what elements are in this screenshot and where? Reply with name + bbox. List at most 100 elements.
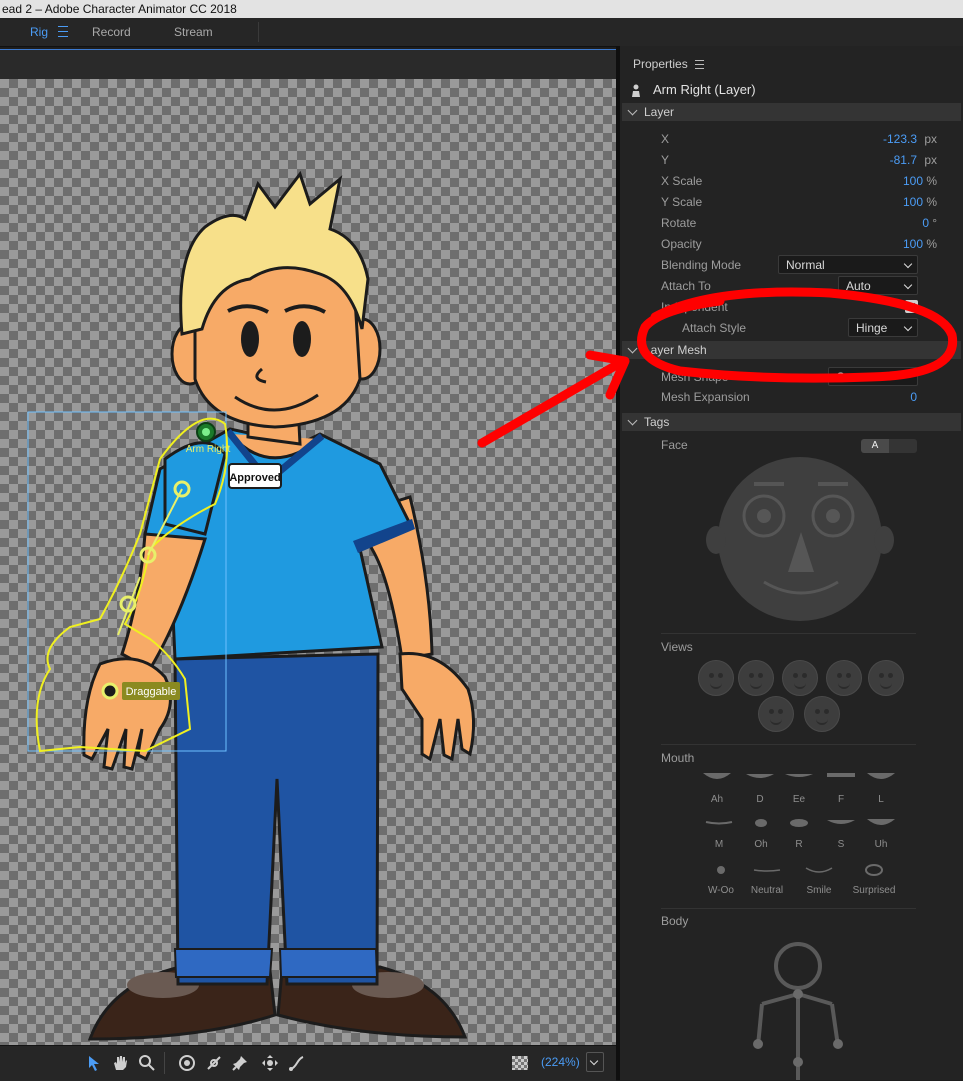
mouth-oh-icon[interactable]: [746, 817, 776, 829]
face-tag-diagram[interactable]: [704, 454, 904, 624]
view-head-icon[interactable]: [698, 660, 734, 696]
window-title: ead 2 – Adobe Character Animator CC 2018: [0, 0, 963, 18]
mouth-smile-label: Smile: [806, 885, 832, 896]
tags-divider: [661, 633, 916, 634]
opacity-unit: %: [926, 237, 937, 251]
tab-record[interactable]: Record: [92, 18, 131, 46]
tab-rig[interactable]: Rig: [30, 18, 48, 46]
properties-title: Properties: [633, 57, 688, 71]
y-scale-label: Y Scale: [661, 195, 703, 209]
independent-checkbox[interactable]: [905, 300, 918, 313]
attach-style-value: Hinge: [856, 321, 888, 335]
properties-panel: Properties Arm Right (Layer) Layer X -12…: [620, 46, 963, 1080]
dangle-tool-icon[interactable]: [288, 1054, 306, 1072]
attach-to-dropdown[interactable]: Auto: [838, 276, 918, 295]
character-puppet[interactable]: Approved Arm Right Draggable: [0, 79, 616, 1045]
body-tag-label: Body: [661, 914, 689, 928]
mouth-m-label: M: [714, 839, 724, 850]
zoom-tool-icon[interactable]: [138, 1054, 156, 1072]
mouth-surprised-icon[interactable]: [859, 864, 889, 876]
face-tag-toggle[interactable]: A: [861, 439, 917, 453]
scene-panel: Approved Arm Right Draggable (224%): [0, 49, 616, 1081]
mouth-w-oo-icon[interactable]: [706, 864, 736, 876]
draggable-tool-icon[interactable]: [261, 1054, 279, 1072]
body-tag-diagram[interactable]: [740, 936, 860, 1080]
mouth-uh-icon[interactable]: [866, 817, 896, 829]
y-unit: px: [924, 153, 937, 167]
view-head-icon[interactable]: [758, 696, 794, 732]
mouth-ee-icon[interactable]: [784, 771, 814, 783]
rotate-label: Rotate: [661, 216, 697, 230]
mouth-uh-label: Uh: [874, 839, 888, 850]
tags-section-label: Tags: [644, 415, 670, 429]
face-toggle-smiley-icon[interactable]: [889, 439, 917, 453]
mesh-shape-value: Contour: [836, 370, 879, 384]
view-head-icon[interactable]: [738, 660, 774, 696]
face-toggle-a[interactable]: A: [861, 439, 889, 453]
chevron-down-icon: [903, 259, 913, 269]
stick-tool-icon[interactable]: [205, 1054, 223, 1072]
zoom-dropdown[interactable]: [586, 1052, 604, 1072]
blending-mode-label: Blending Mode: [661, 258, 742, 272]
checkmark-icon: [907, 302, 916, 312]
opacity-value[interactable]: 100: [903, 236, 923, 252]
mode-divider: [258, 22, 259, 42]
view-head-icon[interactable]: [826, 660, 862, 696]
mode-bar: Rig Record Stream: [0, 18, 963, 47]
blending-mode-dropdown[interactable]: Normal: [778, 255, 918, 274]
layer-section-label: Layer: [644, 105, 675, 119]
view-head-icon[interactable]: [782, 660, 818, 696]
opacity-label: Opacity: [661, 237, 702, 251]
mouth-m-icon[interactable]: [704, 817, 734, 829]
tags-section-header[interactable]: Tags: [622, 413, 961, 431]
face-tag-label: Face: [661, 438, 688, 452]
views-tag-label: Views: [661, 640, 693, 654]
view-head-icon[interactable]: [804, 696, 840, 732]
mouth-smile-icon[interactable]: [804, 864, 834, 876]
mouth-f-icon[interactable]: [826, 771, 856, 783]
properties-menu-icon[interactable]: [695, 60, 704, 69]
x-label: X: [661, 132, 670, 146]
tab-stream[interactable]: Stream: [174, 18, 213, 46]
chevron-down-icon: [627, 105, 638, 116]
y-scale-value[interactable]: 100: [903, 194, 923, 210]
mouth-ah-icon[interactable]: [702, 771, 732, 783]
mouth-l-icon[interactable]: [866, 771, 896, 783]
toolbar-divider: [164, 1052, 165, 1074]
blending-mode-value: Normal: [786, 258, 825, 272]
mouth-s-icon[interactable]: [826, 817, 856, 829]
transparency-grid-icon[interactable]: [512, 1056, 528, 1070]
origin-tool-icon[interactable]: [178, 1054, 196, 1072]
chevron-down-icon: [903, 322, 913, 332]
scene-canvas[interactable]: Approved Arm Right Draggable: [0, 79, 616, 1045]
mouth-tag-label: Mouth: [661, 751, 695, 765]
mouth-ah-label: Ah: [710, 794, 724, 805]
attach-style-dropdown[interactable]: Hinge: [848, 318, 918, 337]
layer-section-header[interactable]: Layer: [622, 103, 961, 121]
arm-right-handle-label: Arm Right: [186, 444, 231, 455]
rotate-unit: °: [932, 216, 937, 230]
mouth-r-icon[interactable]: [784, 817, 814, 829]
mesh-shape-dropdown[interactable]: Contour: [828, 367, 918, 386]
pin-tool-icon[interactable]: [231, 1054, 249, 1072]
puppet-layer-icon: [632, 84, 640, 97]
zoom-level[interactable]: (224%): [541, 1055, 580, 1069]
chevron-down-icon: [627, 343, 638, 354]
mouth-w-oo-label: W-Oo: [708, 885, 734, 896]
mouth-d-icon[interactable]: [745, 771, 775, 783]
attach-style-label: Attach Style: [682, 321, 747, 335]
layer-mesh-section-header[interactable]: Layer Mesh: [622, 341, 961, 359]
independent-label: Independent: [661, 300, 728, 314]
hand-tool-icon[interactable]: [111, 1054, 129, 1072]
mesh-expansion-value[interactable]: 0: [910, 389, 917, 405]
rotate-value[interactable]: 0: [922, 215, 929, 231]
rig-menu-icon[interactable]: [58, 26, 68, 37]
x-scale-value[interactable]: 100: [903, 173, 923, 189]
mouth-neutral-icon[interactable]: [752, 864, 782, 876]
y-value[interactable]: -81.7: [890, 152, 917, 168]
view-head-icon[interactable]: [868, 660, 904, 696]
mouth-l-label: L: [878, 794, 884, 805]
tags-divider: [661, 908, 916, 909]
x-value[interactable]: -123.3: [883, 131, 917, 147]
select-tool-icon[interactable]: [85, 1054, 103, 1072]
